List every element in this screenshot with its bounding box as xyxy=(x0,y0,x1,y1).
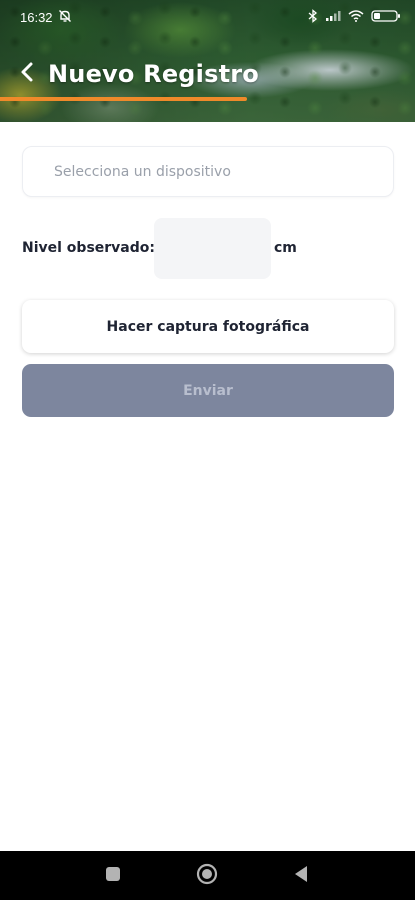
home-circle-icon xyxy=(196,863,218,889)
alarm-off-icon xyxy=(58,9,72,26)
device-select-placeholder: Selecciona un dispositivo xyxy=(54,163,231,180)
back-triangle-icon xyxy=(293,865,309,887)
status-bar: 16:32 xyxy=(0,0,415,34)
page-title: Nuevo Registro xyxy=(48,60,259,88)
capture-photo-button[interactable]: Hacer captura fotográfica xyxy=(22,300,394,353)
level-label: Nivel observado: xyxy=(22,240,155,256)
home-button[interactable] xyxy=(190,860,224,892)
bluetooth-icon xyxy=(308,8,318,26)
title-bar: Nuevo Registro xyxy=(14,54,259,94)
status-time: 16:32 xyxy=(20,9,53,25)
system-back-button[interactable] xyxy=(285,861,317,891)
navigation-bar xyxy=(0,851,415,900)
header-accent-line xyxy=(0,97,247,101)
recents-button[interactable] xyxy=(96,863,130,889)
send-button[interactable]: Enviar xyxy=(22,364,394,417)
status-right xyxy=(308,8,401,26)
status-left: 16:32 xyxy=(20,9,72,26)
recents-square-icon xyxy=(105,866,121,886)
back-button[interactable] xyxy=(14,56,40,92)
device-select[interactable]: Selecciona un dispositivo xyxy=(22,146,394,197)
battery-icon xyxy=(371,9,401,26)
level-input[interactable] xyxy=(154,218,271,279)
wifi-icon xyxy=(348,9,364,25)
chevron-left-icon xyxy=(19,61,35,87)
signal-icon xyxy=(325,10,341,25)
level-unit: cm xyxy=(274,240,297,256)
